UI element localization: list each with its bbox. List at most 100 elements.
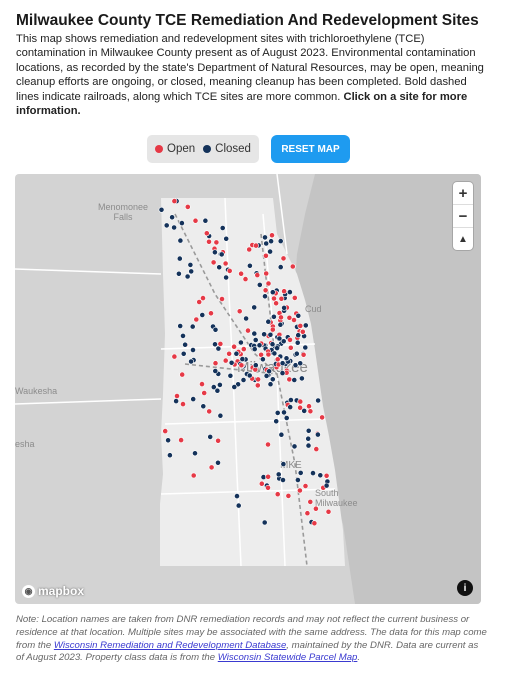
site-marker[interactable] [201, 390, 208, 396]
site-marker[interactable] [178, 220, 185, 226]
site-marker[interactable] [302, 344, 309, 351]
site-marker[interactable] [277, 264, 284, 270]
site-marker[interactable] [254, 382, 261, 389]
site-marker[interactable] [300, 351, 307, 358]
site-marker[interactable] [297, 322, 304, 329]
site-marker[interactable] [199, 312, 206, 318]
site-marker[interactable] [251, 330, 258, 337]
site-marker[interactable] [227, 372, 234, 379]
site-marker[interactable] [281, 409, 287, 416]
site-marker[interactable] [222, 357, 229, 364]
site-marker[interactable] [258, 480, 265, 487]
site-marker[interactable] [246, 262, 253, 269]
site-marker[interactable] [218, 251, 225, 258]
site-marker[interactable] [294, 477, 301, 483]
site-marker[interactable] [265, 473, 271, 480]
site-marker[interactable] [270, 313, 277, 320]
site-marker[interactable] [311, 520, 318, 527]
site-marker[interactable] [312, 505, 319, 512]
site-marker[interactable] [208, 310, 214, 317]
site-marker[interactable] [189, 323, 196, 330]
site-marker[interactable] [166, 452, 173, 459]
site-marker[interactable] [283, 355, 290, 362]
site-marker[interactable] [213, 239, 220, 246]
site-marker[interactable] [280, 477, 286, 483]
site-marker[interactable] [317, 472, 324, 479]
site-marker[interactable] [212, 341, 218, 348]
site-marker[interactable] [262, 234, 268, 241]
site-marker[interactable] [237, 339, 244, 346]
site-marker[interactable] [243, 315, 249, 322]
site-marker[interactable] [307, 498, 314, 505]
site-marker[interactable] [210, 259, 217, 266]
site-marker[interactable] [319, 414, 325, 421]
site-marker[interactable] [177, 237, 184, 244]
site-marker[interactable] [200, 403, 207, 410]
site-marker[interactable] [177, 323, 184, 329]
map-canvas[interactable]: Menomonee Falls Waukesha esha Milwaukee … [15, 174, 481, 604]
site-marker[interactable] [299, 328, 306, 335]
site-marker[interactable] [274, 345, 280, 351]
site-marker[interactable] [238, 270, 244, 277]
site-marker[interactable] [219, 296, 225, 302]
site-marker[interactable] [219, 225, 226, 231]
site-marker[interactable] [278, 431, 285, 438]
site-marker[interactable] [306, 403, 312, 410]
site-marker[interactable] [180, 350, 187, 357]
site-marker[interactable] [182, 341, 188, 348]
site-marker[interactable] [314, 431, 321, 438]
site-marker[interactable] [265, 318, 272, 325]
site-marker[interactable] [188, 358, 194, 365]
info-button[interactable]: i [457, 580, 473, 596]
site-marker[interactable] [325, 508, 332, 515]
site-marker[interactable] [253, 242, 259, 249]
site-marker[interactable] [255, 376, 261, 383]
site-marker[interactable] [261, 331, 267, 338]
site-marker[interactable] [234, 493, 240, 499]
site-marker[interactable] [297, 469, 304, 476]
wrr-database-link[interactable]: Wisconsin Remediation and Redevelopment … [54, 640, 286, 651]
site-marker[interactable] [254, 272, 261, 278]
site-marker[interactable] [267, 248, 273, 255]
site-marker[interactable] [215, 437, 221, 444]
site-marker[interactable] [295, 332, 302, 339]
site-marker[interactable] [252, 337, 259, 343]
site-marker[interactable] [280, 255, 287, 262]
site-marker[interactable] [216, 264, 223, 271]
site-marker[interactable] [259, 356, 266, 363]
site-marker[interactable] [190, 396, 197, 402]
site-marker[interactable] [223, 274, 229, 281]
site-marker[interactable] [206, 408, 213, 415]
site-marker[interactable] [279, 370, 286, 376]
site-marker[interactable] [289, 263, 296, 270]
site-marker[interactable] [269, 326, 276, 333]
site-marker[interactable] [302, 483, 309, 489]
site-marker[interactable] [285, 492, 292, 499]
site-marker[interactable] [246, 372, 253, 379]
site-marker[interactable] [226, 268, 233, 274]
site-marker[interactable] [283, 415, 290, 421]
site-marker[interactable] [180, 332, 186, 339]
site-marker[interactable] [310, 470, 316, 476]
map-svg[interactable]: Menomonee Falls Waukesha esha Milwaukee … [15, 174, 481, 604]
site-marker[interactable] [240, 377, 247, 383]
site-marker[interactable] [293, 350, 300, 357]
site-marker[interactable] [215, 459, 221, 466]
site-marker[interactable] [265, 280, 272, 287]
site-marker[interactable] [192, 450, 198, 457]
site-marker[interactable] [287, 397, 294, 403]
site-marker[interactable] [265, 484, 271, 491]
site-marker[interactable] [256, 342, 263, 349]
site-marker[interactable] [180, 401, 186, 407]
site-marker[interactable] [261, 519, 268, 526]
site-marker[interactable] [294, 339, 301, 346]
site-marker[interactable] [269, 376, 276, 383]
site-marker[interactable] [193, 316, 200, 323]
site-marker[interactable] [199, 381, 205, 387]
site-marker[interactable] [222, 260, 229, 267]
legend-closed[interactable]: Closed [203, 143, 251, 155]
site-marker[interactable] [231, 384, 238, 390]
site-marker[interactable] [176, 255, 183, 262]
site-marker[interactable] [217, 412, 224, 419]
site-marker[interactable] [246, 246, 253, 253]
